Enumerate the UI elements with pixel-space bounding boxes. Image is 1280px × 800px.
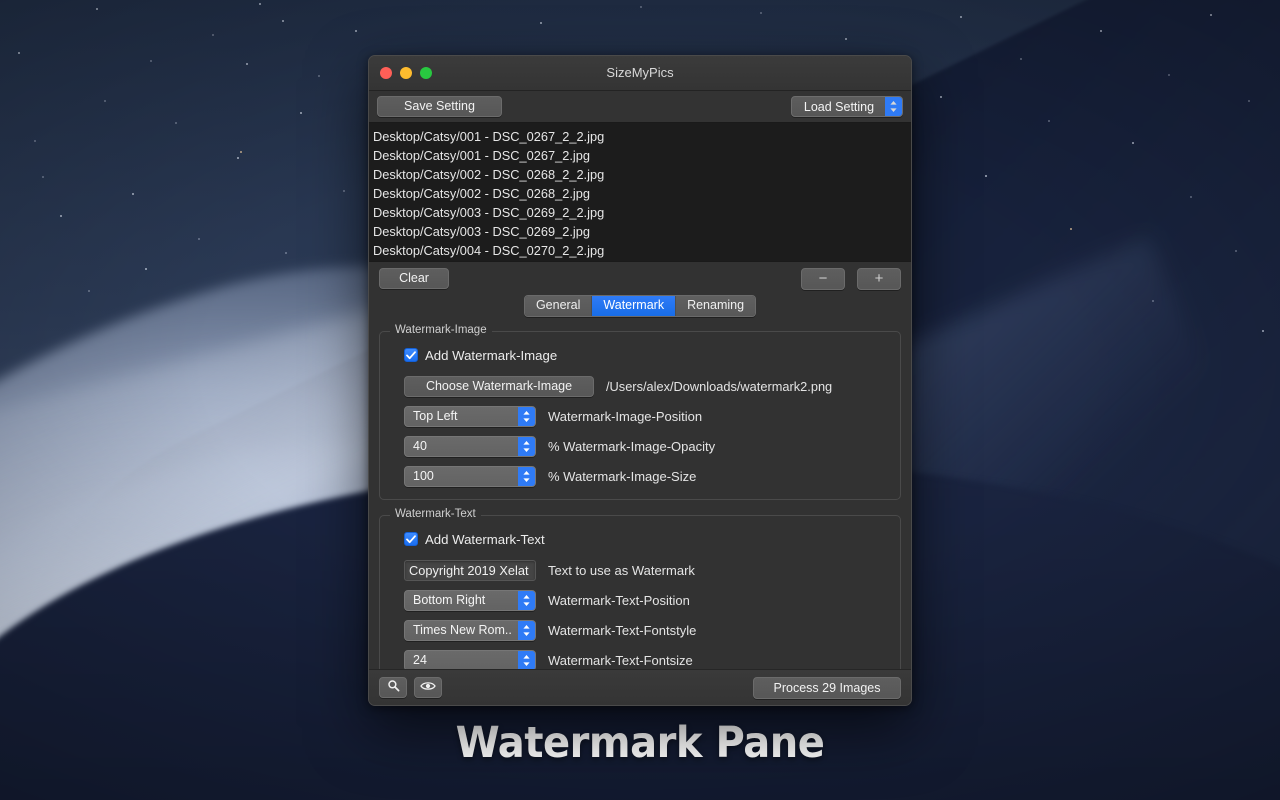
watermark-text-position-value: Bottom Right	[413, 593, 486, 607]
file-list[interactable]: Desktop/Catsy/001 - DSC_0267_2_2.jpg Des…	[369, 122, 911, 262]
list-item[interactable]: Desktop/Catsy/002 - DSC_0268_2_2.jpg	[369, 165, 911, 184]
watermark-image-position-popup[interactable]: Top Left	[404, 405, 536, 427]
watermark-text-fontsize-row: 24 Watermark-Text-Fontsize	[394, 649, 886, 669]
screenshot-caption: Watermark Pane	[455, 718, 825, 768]
watermark-image-size-value: 100	[413, 469, 434, 483]
bottom-toolbar: Process 29 Images	[369, 669, 911, 705]
watermark-image-size-row: 100 % Watermark-Image-Size	[394, 465, 886, 487]
watermark-text-fontstyle-value: Times New Rom...	[413, 623, 513, 637]
add-watermark-image-row[interactable]: Add Watermark-Image	[394, 344, 886, 366]
tab-general[interactable]: General	[524, 296, 593, 316]
tab-bar: General Watermark Renaming	[369, 295, 911, 323]
list-toolbar: Clear − +	[369, 262, 911, 295]
watermark-image-size-stepper[interactable]: 100	[404, 465, 536, 487]
window-controls	[380, 67, 432, 79]
process-images-button[interactable]: Process 29 Images	[753, 676, 901, 699]
clear-button[interactable]: Clear	[379, 268, 449, 289]
checkbox-checked-icon[interactable]	[404, 532, 418, 546]
watermark-text-fontstyle-label: Watermark-Text-Fontstyle	[548, 622, 697, 638]
watermark-image-group-title: Watermark-Image	[390, 324, 492, 336]
add-watermark-text-label: Add Watermark-Text	[425, 531, 545, 547]
list-item[interactable]: Desktop/Catsy/002 - DSC_0268_2.jpg	[369, 184, 911, 203]
preview-button[interactable]	[414, 677, 442, 698]
stepper-updown-icon[interactable]	[518, 466, 535, 486]
watermark-text-input[interactable]: Copyright 2019 Xelat	[404, 559, 536, 581]
chevron-updown-icon	[518, 620, 535, 640]
watermark-image-position-label: Watermark-Image-Position	[548, 408, 703, 424]
close-button[interactable]	[380, 67, 392, 79]
minimize-button[interactable]	[400, 67, 412, 79]
list-item[interactable]: Desktop/Catsy/004 - DSC_0270_2_2.jpg	[369, 241, 911, 260]
list-item[interactable]: Desktop/Catsy/003 - DSC_0269_2_2.jpg	[369, 203, 911, 222]
checkbox-checked-icon[interactable]	[404, 348, 418, 362]
zoom-button[interactable]	[420, 67, 432, 79]
window-title: SizeMyPics	[606, 65, 674, 80]
tab-renaming[interactable]: Renaming	[676, 296, 756, 316]
tab-group: General Watermark Renaming	[523, 295, 757, 317]
magnifier-icon	[387, 679, 400, 697]
zoom-preview-button[interactable]	[379, 677, 407, 698]
stepper-updown-icon[interactable]	[518, 436, 535, 456]
tab-watermark[interactable]: Watermark	[592, 296, 677, 316]
remove-file-button[interactable]: −	[801, 267, 845, 290]
watermark-image-opacity-value: 40	[413, 439, 427, 453]
watermark-image-position-value: Top Left	[413, 409, 458, 423]
watermark-image-opacity-stepper[interactable]: 40	[404, 435, 536, 457]
watermark-text-input-label: Text to use as Watermark	[548, 562, 695, 578]
save-setting-button[interactable]: Save Setting	[377, 96, 502, 117]
watermark-text-position-row: Bottom Right Watermark-Text-Position	[394, 589, 886, 611]
watermark-text-fontstyle-row: Times New Rom... Watermark-Text-Fontstyl…	[394, 619, 886, 641]
add-watermark-text-row[interactable]: Add Watermark-Text	[394, 528, 886, 550]
watermark-image-group: Watermark-Image Add Watermark-Image Choo…	[379, 324, 901, 500]
load-setting-popup[interactable]: Load Setting	[791, 96, 903, 117]
app-window: SizeMyPics Save Setting Load Setting Des…	[368, 55, 912, 706]
list-item[interactable]: Desktop/Catsy/001 - DSC_0267_2_2.jpg	[369, 127, 911, 146]
window-titlebar[interactable]: SizeMyPics	[369, 56, 911, 91]
watermark-text-position-popup[interactable]: Bottom Right	[404, 589, 536, 611]
choose-watermark-image-button[interactable]: Choose Watermark-Image	[404, 375, 594, 397]
add-remove-group: − +	[801, 267, 901, 290]
choose-watermark-image-row: Choose Watermark-Image /Users/alex/Downl…	[394, 375, 886, 397]
watermark-image-size-label: % Watermark-Image-Size	[548, 468, 697, 484]
chevron-updown-icon	[885, 97, 902, 116]
watermark-text-value-row: Copyright 2019 Xelat Text to use as Wate…	[394, 559, 886, 581]
list-item[interactable]: Desktop/Catsy/003 - DSC_0269_2.jpg	[369, 222, 911, 241]
chevron-updown-icon	[518, 406, 535, 426]
watermark-text-fontsize-value: 24	[413, 653, 427, 667]
watermark-image-opacity-label: % Watermark-Image-Opacity	[548, 438, 716, 454]
stepper-updown-icon[interactable]	[518, 650, 535, 669]
watermark-text-fontsize-stepper[interactable]: 24	[404, 649, 536, 669]
add-file-button[interactable]: +	[857, 267, 901, 290]
watermark-text-fontstyle-popup[interactable]: Times New Rom...	[404, 619, 536, 641]
watermark-image-position-row: Top Left Watermark-Image-Position	[394, 405, 886, 427]
settings-toolbar: Save Setting Load Setting	[369, 91, 911, 122]
watermark-pane: Watermark-Image Add Watermark-Image Choo…	[369, 323, 911, 669]
eye-icon	[420, 679, 436, 697]
watermark-image-path: /Users/alex/Downloads/watermark2.png	[606, 378, 833, 394]
watermark-image-opacity-row: 40 % Watermark-Image-Opacity	[394, 435, 886, 457]
list-item[interactable]: Desktop/Catsy/001 - DSC_0267_2.jpg	[369, 146, 911, 165]
add-watermark-image-label: Add Watermark-Image	[425, 347, 558, 363]
watermark-text-group-title: Watermark-Text	[390, 508, 481, 520]
watermark-text-fontsize-label: Watermark-Text-Fontsize	[548, 652, 693, 668]
watermark-text-group: Watermark-Text Add Watermark-Text Copyri…	[379, 508, 901, 669]
load-setting-label: Load Setting	[803, 99, 875, 114]
watermark-text-position-label: Watermark-Text-Position	[548, 592, 690, 608]
chevron-updown-icon	[518, 590, 535, 610]
